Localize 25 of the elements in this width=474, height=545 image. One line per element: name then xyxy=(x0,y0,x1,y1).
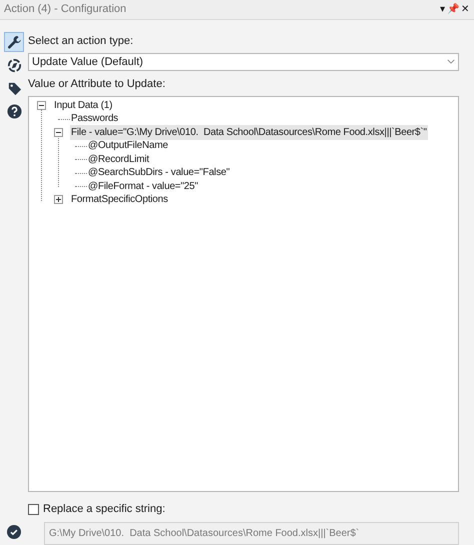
tree-item[interactable]: File - value="G:\My Drive\010. Data School\Datasources\Rome Food.xlsx|||`Beer$`" xyxy=(70,124,428,140)
tree-item[interactable]: @FileFormat - value="25" xyxy=(87,178,199,194)
pin-button[interactable]: 📌 xyxy=(446,4,460,14)
wrench-icon[interactable] xyxy=(4,32,24,52)
replace-field[interactable]: G:\My Drive\010. Data School\Datasources\Rome Food.xlsx|||`Beer$` xyxy=(44,522,459,545)
tree-item[interactable]: @SearchSubDirs - value="False" xyxy=(87,165,231,180)
replace-label: Replace a specific string: xyxy=(43,502,166,517)
tree-item[interactable]: Input Data (1) xyxy=(53,98,114,113)
tree-item[interactable]: Passwords xyxy=(70,111,120,126)
expand-toggle[interactable] xyxy=(54,195,63,204)
chevron-down-icon xyxy=(447,59,455,64)
check-circle-icon xyxy=(7,525,21,539)
replace-checkbox[interactable] xyxy=(28,504,39,515)
tree-item[interactable]: FormatSpecificOptions xyxy=(70,192,169,208)
window-title: Action (4) - Configuration xyxy=(4,2,128,18)
plus-icon xyxy=(55,196,62,204)
dropdown-button[interactable]: ▾ xyxy=(439,4,446,14)
tree-item[interactable]: @RecordLimit xyxy=(87,152,150,167)
tree-label: Value or Attribute to Update: xyxy=(28,77,166,92)
action-type-dropdown[interactable]: Update Value (Default) xyxy=(28,52,459,72)
close-button[interactable]: ✕ xyxy=(460,4,470,14)
collapse-toggle[interactable] xyxy=(54,128,63,137)
action-type-label: Select an action type: xyxy=(28,34,134,49)
tree-item[interactable]: @OutputFileName xyxy=(87,138,169,154)
collapse-toggle[interactable] xyxy=(37,100,46,110)
